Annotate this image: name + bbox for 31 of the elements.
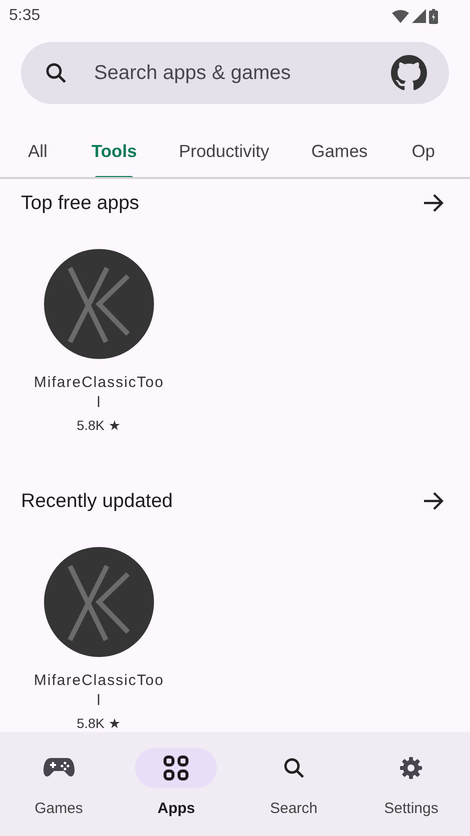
app-name: MifareClassicTool (33, 671, 165, 711)
status-time: 5:35 (9, 7, 40, 25)
app-icon[interactable] (44, 249, 154, 359)
search-field[interactable]: Search apps & games (21, 42, 449, 104)
settings-icon (399, 756, 424, 780)
section-title: Top free apps (21, 192, 140, 214)
search-icon (282, 756, 306, 780)
nav-item[interactable]: Settings (352, 732, 470, 836)
wifi-icon (392, 10, 409, 22)
github-icon[interactable] (391, 55, 427, 91)
arrow-right-icon[interactable] (423, 491, 445, 511)
section-title: Recently updated (21, 490, 173, 512)
battery-icon (429, 8, 438, 24)
category-tab[interactable]: Games (289, 125, 390, 177)
nav-item[interactable]: Games (0, 732, 118, 836)
signal-icon (412, 9, 426, 23)
search-input[interactable]: Search apps & games (92, 60, 367, 86)
grid-icon (163, 755, 190, 781)
category-tab[interactable]: Tools (69, 125, 159, 177)
category-tab[interactable]: Op (390, 125, 458, 177)
nav-item[interactable]: Search (235, 732, 352, 836)
nav-item[interactable]: Apps (118, 732, 235, 836)
category-tab[interactable]: Productivity (158, 125, 290, 177)
app-rating: 5.8K ★ (76, 417, 122, 433)
app-name: MifareClassicTool (33, 373, 165, 413)
arrow-right-icon[interactable] (423, 193, 445, 213)
gamepad-icon (42, 757, 75, 779)
app-rating: 5.8K ★ (76, 715, 122, 731)
category-tab[interactable]: All (6, 125, 70, 177)
search-icon (44, 61, 68, 85)
app-icon[interactable] (44, 547, 154, 657)
